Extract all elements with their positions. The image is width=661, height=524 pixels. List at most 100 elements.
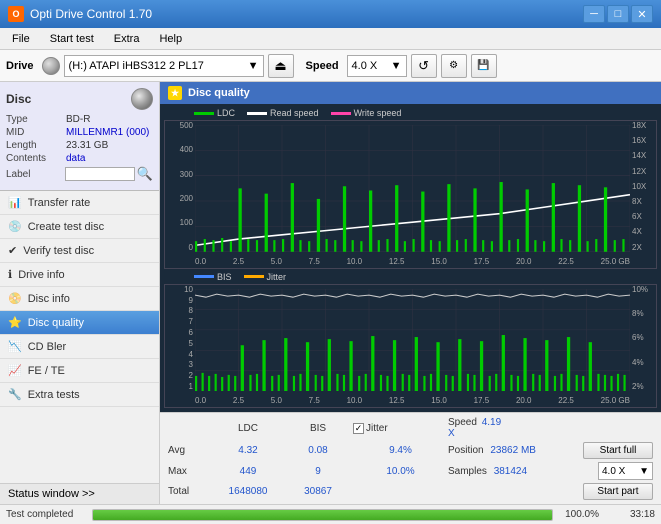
title-bar-controls: ─ □ ✕ xyxy=(583,5,653,23)
label-edit-button[interactable]: 🔍 xyxy=(137,166,153,182)
stats-panel: LDC BIS ✓ Jitter Speed 4.19 X Avg xyxy=(160,412,661,504)
max-label: Max xyxy=(168,466,213,477)
progress-bar xyxy=(92,509,553,521)
status-window-button[interactable]: Status window >> xyxy=(0,483,159,504)
total-label: Total xyxy=(168,486,213,497)
contents-value: data xyxy=(66,153,85,164)
progress-percent: 100.0% xyxy=(559,509,599,520)
status-text: Test completed xyxy=(6,509,86,520)
speed-combo[interactable]: 4.0 X ▼ xyxy=(347,55,407,77)
disc-quality-icon: ⭐ xyxy=(8,316,22,329)
eject-button[interactable]: ⏏ xyxy=(268,54,294,78)
jitter-header-area: ✓ Jitter xyxy=(353,423,448,434)
max-bis: 9 xyxy=(283,466,353,477)
nav-cd-bler[interactable]: 📉 CD Bler xyxy=(0,335,159,359)
settings-button[interactable]: ⚙ xyxy=(441,54,467,78)
position-value: 23862 MB xyxy=(490,445,536,456)
stats-avg-row: Avg 4.32 0.08 9.4% Position 23862 MB Sta… xyxy=(168,442,653,459)
menu-file[interactable]: File xyxy=(4,31,38,47)
upper-y-axis-right: 18X 16X 14X 12X 10X 8X 6X 4X 2X xyxy=(630,121,656,252)
sidebar: Disc Type BD-R MID MILLENMR1 (000) Lengt… xyxy=(0,82,160,504)
disc-graphic xyxy=(131,88,153,110)
drive-label: Drive xyxy=(6,60,34,72)
refresh-button[interactable]: ↺ xyxy=(411,54,437,78)
content-area: ★ Disc quality LDC Read speed xyxy=(160,82,661,504)
avg-label: Avg xyxy=(168,445,213,456)
stats-header-row: LDC BIS ✓ Jitter Speed 4.19 X xyxy=(168,417,653,439)
cd-bler-icon: 📉 xyxy=(8,340,22,353)
disc-info-icon: 📀 xyxy=(8,292,22,305)
max-ldc: 449 xyxy=(213,466,283,477)
save-button[interactable]: 💾 xyxy=(471,54,497,78)
menu-extra[interactable]: Extra xyxy=(106,31,148,47)
status-time: 33:18 xyxy=(605,509,655,520)
stats-max-row: Max 449 9 10.0% Samples 381424 4.0 X ▼ xyxy=(168,462,653,480)
type-label: Type xyxy=(6,114,66,125)
drive-selector[interactable]: (H:) ATAPI iHBS312 2 PL17 ▼ xyxy=(42,55,264,77)
position-label: Position xyxy=(448,445,484,456)
disc-info-panel: Disc Type BD-R MID MILLENMR1 (000) Lengt… xyxy=(0,82,159,191)
disc-section-label: Disc xyxy=(6,92,31,106)
nav-disc-quality[interactable]: ⭐ Disc quality xyxy=(0,311,159,335)
disc-quality-title: Disc quality xyxy=(188,87,250,99)
disc-quality-header: ★ Disc quality xyxy=(160,82,661,104)
disc-quality-header-icon: ★ xyxy=(168,86,182,100)
upper-y-axis-left: 500 400 300 200 100 0 xyxy=(165,121,195,252)
menu-help[interactable]: Help xyxy=(151,31,190,47)
mid-label: MID xyxy=(6,127,66,138)
nav-transfer-rate[interactable]: 📊 Transfer rate xyxy=(0,191,159,215)
start-part-button[interactable]: Start part xyxy=(583,483,653,500)
lower-chart-plot xyxy=(195,289,630,391)
nav-drive-info[interactable]: ℹ Drive info xyxy=(0,263,159,287)
jitter-checkbox[interactable]: ✓ xyxy=(353,423,364,434)
start-full-btn-container: Start full xyxy=(583,442,653,459)
nav-extra-tests[interactable]: 🔧 Extra tests xyxy=(0,383,159,407)
upper-chart-legend: LDC Read speed Write speed xyxy=(164,108,657,118)
main-area: Disc Type BD-R MID MILLENMR1 (000) Lengt… xyxy=(0,82,661,504)
upper-chart: 500 400 300 200 100 0 18X 16X 14X 12X 10… xyxy=(164,120,657,269)
maximize-button[interactable]: □ xyxy=(607,5,629,23)
lower-x-axis: 0.0 2.5 5.0 7.5 10.0 12.5 15.0 17.5 20.0… xyxy=(195,396,630,405)
contents-label: Contents xyxy=(6,153,66,164)
speed-header: Speed 4.19 X xyxy=(448,417,508,439)
length-value: 23.31 GB xyxy=(66,140,108,151)
jitter-header: Jitter xyxy=(366,423,388,434)
lower-y-axis-right: 10% 8% 6% 4% 2% xyxy=(630,285,656,391)
app-icon: O xyxy=(8,6,24,22)
app-title: Opti Drive Control 1.70 xyxy=(30,7,152,21)
drive-disc-icon xyxy=(42,57,60,75)
length-label: Length xyxy=(6,140,66,151)
drive-combo[interactable]: (H:) ATAPI iHBS312 2 PL17 ▼ xyxy=(64,55,264,77)
type-value: BD-R xyxy=(66,114,90,125)
create-test-disc-icon: 💿 xyxy=(8,220,22,233)
verify-test-disc-icon: ✔ xyxy=(8,244,17,257)
avg-position: Position 23862 MB xyxy=(448,445,568,456)
upper-x-axis: 0.0 2.5 5.0 7.5 10.0 12.5 15.0 17.5 20.0… xyxy=(195,257,630,266)
toolbar: Drive (H:) ATAPI iHBS312 2 PL17 ▼ ⏏ Spee… xyxy=(0,50,661,82)
minimize-button[interactable]: ─ xyxy=(583,5,605,23)
nav-disc-info[interactable]: 📀 Disc info xyxy=(0,287,159,311)
menu-start-test[interactable]: Start test xyxy=(42,31,102,47)
max-samples: Samples 381424 xyxy=(448,466,568,477)
speed-combo-2[interactable]: 4.0 X ▼ xyxy=(598,462,653,480)
total-ldc: 1648080 xyxy=(213,486,283,497)
avg-jitter: 9.4% xyxy=(353,445,448,456)
nav-create-test-disc[interactable]: 💿 Create test disc xyxy=(0,215,159,239)
progress-bar-fill xyxy=(93,510,552,520)
status-bar: Test completed 100.0% 33:18 xyxy=(0,504,661,524)
bis-legend: BIS xyxy=(194,272,232,282)
close-button[interactable]: ✕ xyxy=(631,5,653,23)
read-speed-legend: Read speed xyxy=(247,108,319,118)
write-speed-legend: Write speed xyxy=(331,108,402,118)
total-bis: 30867 xyxy=(283,486,353,497)
avg-bis: 0.08 xyxy=(283,445,353,456)
disc-label-input[interactable] xyxy=(65,167,135,181)
nav-fe-te[interactable]: 📈 FE / TE xyxy=(0,359,159,383)
start-full-button[interactable]: Start full xyxy=(583,442,653,459)
title-bar: O Opti Drive Control 1.70 ─ □ ✕ xyxy=(0,0,661,28)
nav-verify-test-disc[interactable]: ✔ Verify test disc xyxy=(0,239,159,263)
transfer-rate-icon: 📊 xyxy=(8,196,22,209)
samples-value: 381424 xyxy=(494,466,527,477)
speed-label: Speed xyxy=(306,60,339,72)
chart-container: LDC Read speed Write speed 500 4 xyxy=(160,104,661,412)
